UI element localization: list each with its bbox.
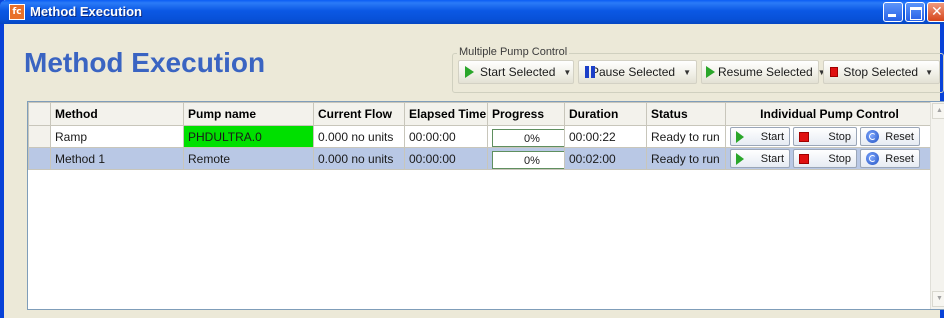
vertical-scrollbar[interactable]: ▲ ▼ [930, 102, 944, 309]
duration-cell: 00:02:00 [564, 147, 647, 170]
current-flow-cell: 0.000 no units [313, 147, 405, 170]
page-title: Method Execution [24, 47, 266, 78]
method-cell[interactable]: Ramp [50, 125, 184, 148]
stop-selected-button[interactable]: Stop Selected ▼ [823, 60, 940, 84]
maximize-icon [910, 7, 922, 20]
table-row[interactable]: Method 1 Remote 0.000 no units 00:00:00 … [28, 147, 944, 170]
pause-selected-button[interactable]: Pause Selected ▼ [578, 60, 697, 84]
method-grid: Method Pump name Current Flow Elapsed Ti… [27, 101, 944, 310]
stop-icon [830, 67, 839, 77]
play-icon [465, 66, 474, 78]
title-bar[interactable]: fc Method Execution ✕ [0, 0, 944, 24]
column-header-current-flow[interactable]: Current Flow [313, 102, 405, 126]
stop-label: Stop [828, 130, 851, 143]
pump-name-cell[interactable]: Remote [183, 147, 314, 170]
progress-bar: 0% [492, 128, 564, 147]
column-header-individual-pump-control[interactable]: Individual Pump Control [725, 102, 944, 126]
current-flow-cell: 0.000 no units [313, 125, 405, 148]
scroll-up-icon[interactable]: ▲ [932, 103, 944, 119]
pause-selected-label: Pause Selected [591, 65, 676, 79]
column-header-method[interactable]: Method [50, 102, 184, 126]
close-icon: ✕ [931, 4, 943, 20]
column-header-status[interactable]: Status [646, 102, 726, 126]
stop-label: Stop [828, 152, 851, 165]
row-header-corner [28, 102, 51, 126]
resume-selected-label: Resume Selected [718, 65, 813, 79]
reset-label: Reset [885, 152, 914, 165]
duration-cell: 00:00:22 [564, 125, 647, 148]
progress-cell: 0% [487, 147, 565, 170]
stop-icon [799, 153, 809, 164]
progress-cell: 0% [487, 125, 565, 148]
individual-control-cell: Start Stop Reset [725, 125, 944, 148]
row-selector[interactable] [28, 147, 51, 170]
stop-button[interactable]: Stop [793, 149, 857, 168]
row-selector[interactable] [28, 125, 51, 148]
reset-button[interactable]: Reset [860, 127, 920, 146]
play-icon [736, 152, 744, 165]
play-icon [736, 130, 744, 143]
status-cell: Ready to run [646, 125, 726, 148]
minimize-icon [888, 14, 896, 17]
stop-icon [799, 131, 809, 142]
start-button[interactable]: Start [730, 127, 790, 146]
pump-name-cell[interactable]: PHDULTRA.0 [183, 125, 314, 148]
stop-selected-label: Stop Selected [843, 65, 919, 79]
column-header-elapsed-time[interactable]: Elapsed Time [404, 102, 488, 126]
maximize-button[interactable] [905, 2, 925, 22]
table-row[interactable]: Ramp PHDULTRA.0 0.000 no units 00:00:00 … [28, 125, 944, 148]
column-header-progress[interactable]: Progress [487, 102, 565, 126]
scroll-down-icon[interactable]: ▼ [932, 291, 944, 307]
close-button[interactable]: ✕ [927, 2, 944, 22]
individual-control-cell: Start Stop Reset [725, 147, 944, 170]
minimize-button[interactable] [883, 2, 903, 22]
chevron-down-icon[interactable]: ▼ [683, 68, 691, 77]
reset-button[interactable]: Reset [860, 149, 920, 168]
start-selected-label: Start Selected [480, 65, 556, 79]
column-header-duration[interactable]: Duration [564, 102, 647, 126]
group-label: Multiple Pump Control [457, 46, 570, 58]
method-cell[interactable]: Method 1 [50, 147, 184, 170]
start-label: Start [760, 152, 784, 165]
start-selected-button[interactable]: Start Selected ▼ [458, 60, 574, 84]
header-row: Method Pump name Current Flow Elapsed Ti… [28, 102, 944, 126]
start-label: Start [760, 130, 784, 143]
play-icon [706, 66, 715, 78]
reset-label: Reset [885, 130, 914, 143]
method-table: Method Pump name Current Flow Elapsed Ti… [28, 102, 944, 170]
reset-icon [866, 130, 879, 143]
progress-bar: 0% [492, 150, 564, 169]
elapsed-time-cell: 00:00:00 [404, 147, 488, 170]
stop-button[interactable]: Stop [793, 127, 857, 146]
resume-selected-button[interactable]: Resume Selected ▼ [701, 60, 826, 84]
chevron-down-icon[interactable]: ▼ [925, 68, 933, 77]
status-cell: Ready to run [646, 147, 726, 170]
chevron-down-icon[interactable]: ▼ [563, 68, 571, 77]
column-header-pump-name[interactable]: Pump name [183, 102, 314, 126]
reset-icon [866, 152, 879, 165]
window-title: Method Execution [30, 4, 142, 19]
app-icon: fc [9, 4, 25, 20]
elapsed-time-cell: 00:00:00 [404, 125, 488, 148]
start-button[interactable]: Start [730, 149, 790, 168]
method-execution-window: fc Method Execution ✕ Method Execution M… [0, 0, 944, 318]
